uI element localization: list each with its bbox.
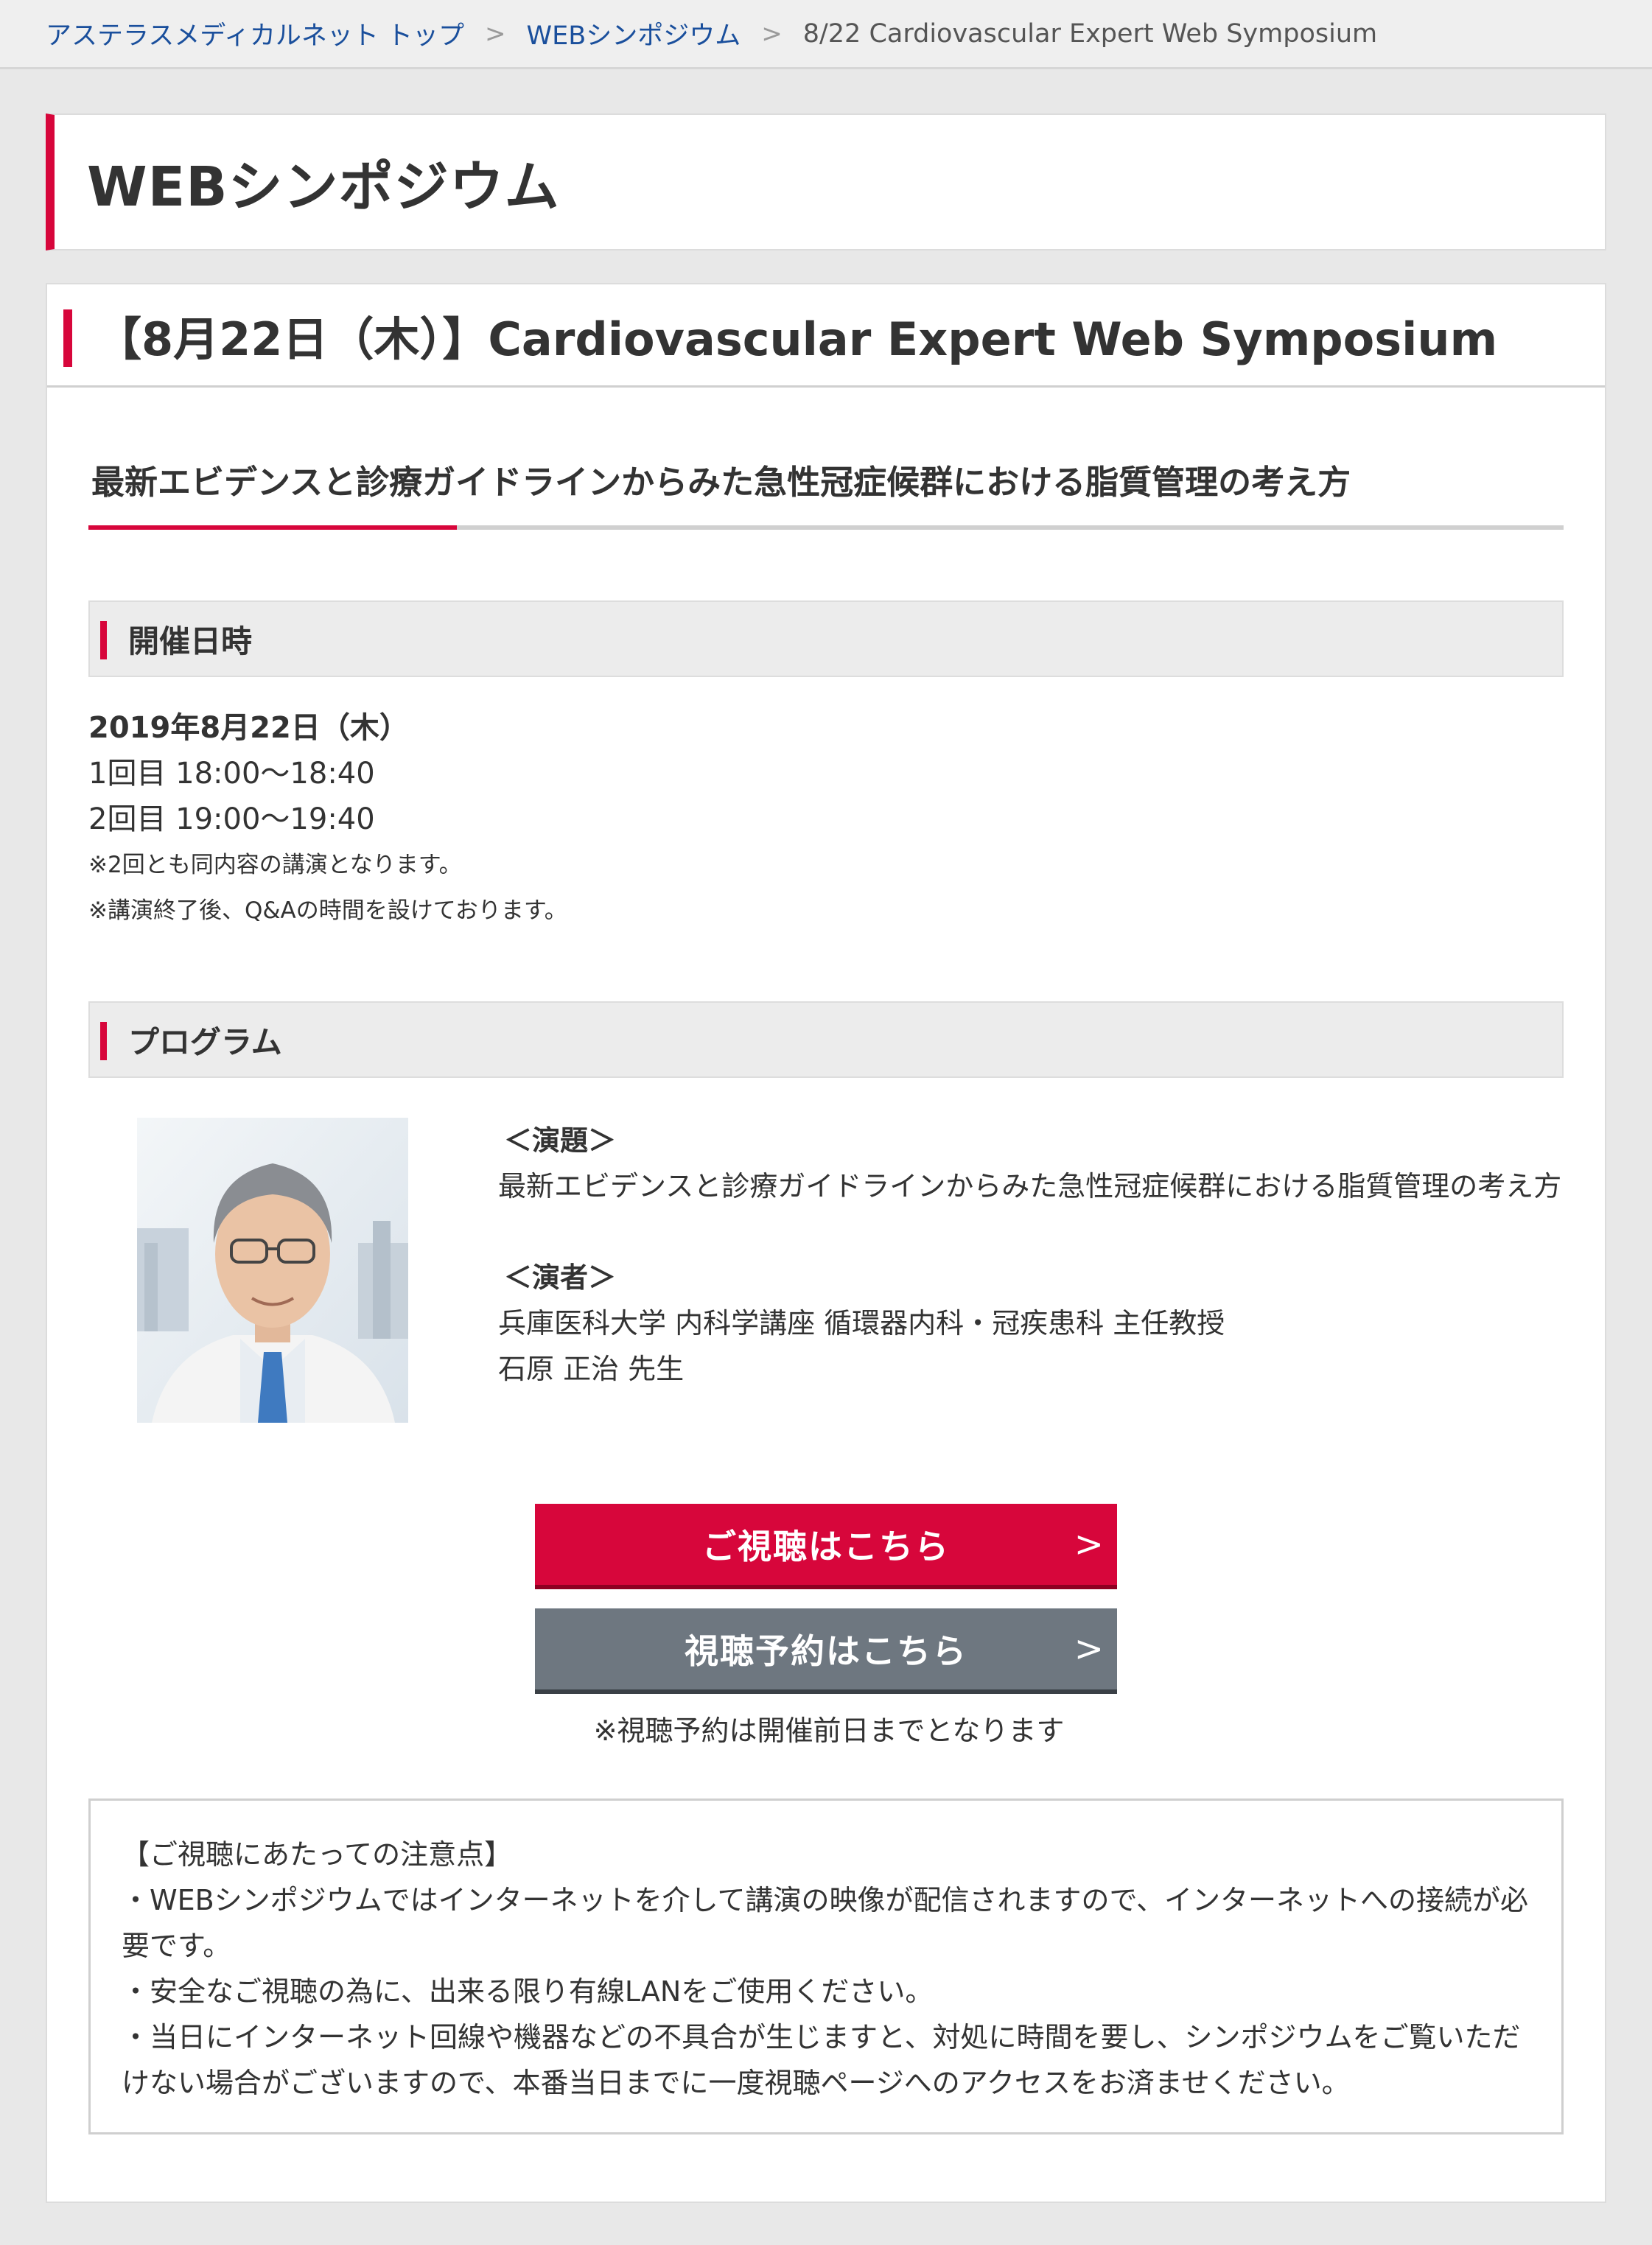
watch-button-label: ご視聴はこちら bbox=[702, 1527, 950, 1566]
lecture-title: 最新エビデンスと診療ガイドラインからみた急性冠症候群における脂質管理の考え方 bbox=[91, 463, 1351, 502]
reserve-button[interactable]: 視聴予約はこちら > bbox=[535, 1608, 1117, 1694]
schedule-note-2: ※講演終了後、Q&Aの時間を設けております。 bbox=[88, 897, 567, 924]
page-title-card: WEBシンポジウム bbox=[46, 113, 1606, 251]
program-content: ＜演題＞ 最新エビデンスと診療ガイドラインからみた急性冠症候群における脂質管理の… bbox=[88, 1118, 1564, 1423]
breadcrumb: アステラスメディカルネット トップ > WEBシンポジウム > 8/22 Car… bbox=[0, 0, 1652, 69]
schedule-session-2: 2回目 19:00〜19:40 bbox=[88, 802, 375, 836]
event-body: 最新エビデンスと診療ガイドラインからみた急性冠症候群における脂質管理の考え方 開… bbox=[47, 455, 1605, 2134]
chevron-right-icon: > bbox=[484, 18, 506, 49]
underline-accent bbox=[88, 525, 457, 530]
schedule-session-1: 1回目 18:00〜18:40 bbox=[88, 757, 375, 791]
accent-bar bbox=[63, 309, 72, 367]
program-details: ＜演題＞ 最新エビデンスと診療ガイドラインからみた急性冠症候群における脂質管理の… bbox=[498, 1118, 1564, 1423]
lecture-title-underline bbox=[88, 525, 1564, 530]
breadcrumb-section-link[interactable]: WEBシンポジウム bbox=[526, 15, 741, 52]
topic-label: ＜演題＞ bbox=[504, 1124, 617, 1157]
action-buttons: ご視聴はこちら > 視聴予約はこちら > ※視聴予約は開催前日までとなります bbox=[88, 1504, 1564, 1751]
chevron-right-icon: > bbox=[1074, 1524, 1105, 1565]
topic-text: 最新エビデンスと診療ガイドラインからみた急性冠症候群における脂質管理の考え方 bbox=[498, 1170, 1562, 1202]
chevron-right-icon: > bbox=[761, 18, 783, 49]
schedule-section-header: 開催日時 bbox=[88, 600, 1564, 677]
accent-bar bbox=[100, 621, 107, 659]
program-heading: プログラム bbox=[128, 1023, 282, 1060]
speaker-photo bbox=[137, 1118, 408, 1423]
speaker-affiliation: 兵庫医科大学 内科学講座 循環器内科・冠疾患科 主任教授 bbox=[498, 1307, 1225, 1339]
notice-item: ・安全なご視聴の為に、出来る限り有線LANをご使用ください。 bbox=[122, 1975, 934, 2008]
reserve-button-label: 視聴予約はこちら bbox=[685, 1631, 967, 1671]
reserve-note: ※視聴予約は開催前日までとなります bbox=[593, 1715, 1065, 1747]
notice-heading: 【ご視聴にあたっての注意点】 bbox=[122, 1838, 513, 1871]
notice-item: ・当日にインターネット回線や機器などの不具合が生じますと、対処に時間を要し、シン… bbox=[122, 2021, 1521, 2099]
breadcrumb-current: 8/22 Cardiovascular Expert Web Symposium bbox=[802, 18, 1378, 49]
viewing-notice-box: 【ご視聴にあたっての注意点】 ・WEBシンポジウムではインターネットを介して講演… bbox=[88, 1799, 1564, 2134]
program-section-header: プログラム bbox=[88, 1001, 1564, 1078]
event-header: 【8月22日（木）】Cardiovascular Expert Web Symp… bbox=[47, 284, 1605, 388]
page-title: WEBシンポジウム bbox=[87, 155, 560, 219]
schedule-details: 2019年8月22日（木） 1回目 18:00〜18:40 2回目 19:00〜… bbox=[88, 705, 1564, 934]
schedule-note-1: ※2回とも同内容の講演となります。 bbox=[88, 852, 462, 878]
accent-bar bbox=[100, 1022, 107, 1060]
event-title: 【8月22日（木）】Cardiovascular Expert Web Symp… bbox=[96, 312, 1498, 366]
schedule-heading: 開催日時 bbox=[128, 623, 253, 659]
page-container: WEBシンポジウム 【8月22日（木）】Cardiovascular Exper… bbox=[0, 69, 1652, 2203]
notice-item: ・WEBシンポジウムではインターネットを介して講演の映像が配信されますので、イン… bbox=[122, 1884, 1528, 1962]
watch-button[interactable]: ご視聴はこちら > bbox=[535, 1504, 1117, 1589]
event-card: 【8月22日（木）】Cardiovascular Expert Web Symp… bbox=[46, 283, 1606, 2203]
schedule-date: 2019年8月22日（木） bbox=[88, 711, 409, 745]
breadcrumb-home-link[interactable]: アステラスメディカルネット トップ bbox=[46, 15, 464, 52]
chevron-right-icon: > bbox=[1074, 1628, 1105, 1670]
speaker-name: 石原 正治 先生 bbox=[498, 1353, 685, 1385]
speaker-label: ＜演者＞ bbox=[504, 1261, 617, 1294]
